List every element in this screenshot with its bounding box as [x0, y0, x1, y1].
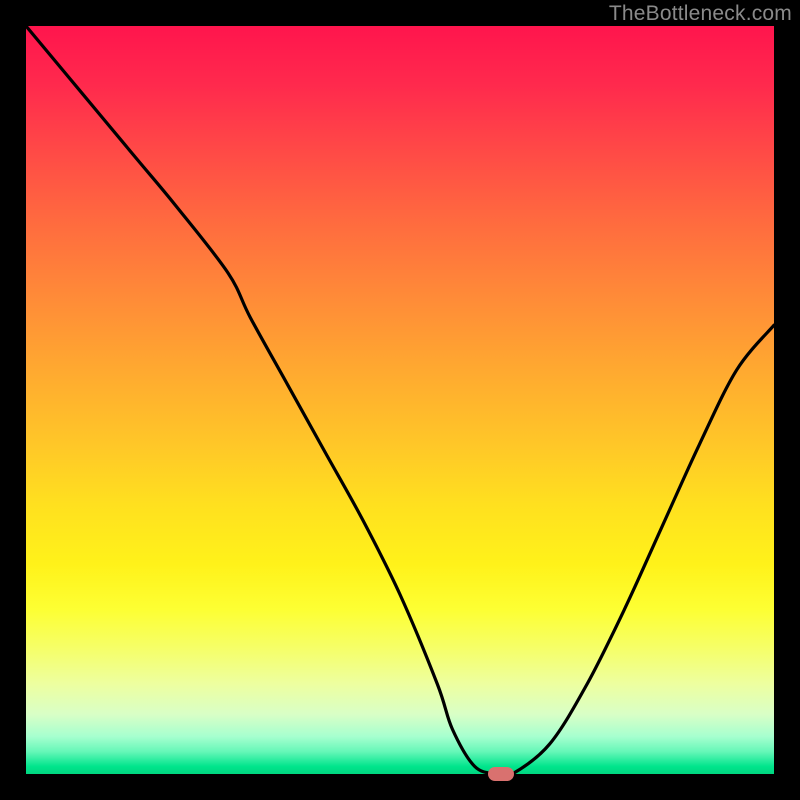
plot-area — [26, 26, 774, 774]
bottleneck-curve — [26, 26, 774, 774]
optimum-marker — [488, 767, 514, 781]
curve-path — [26, 26, 774, 774]
attribution-label: TheBottleneck.com — [609, 2, 792, 26]
chart-frame: TheBottleneck.com — [0, 0, 800, 800]
